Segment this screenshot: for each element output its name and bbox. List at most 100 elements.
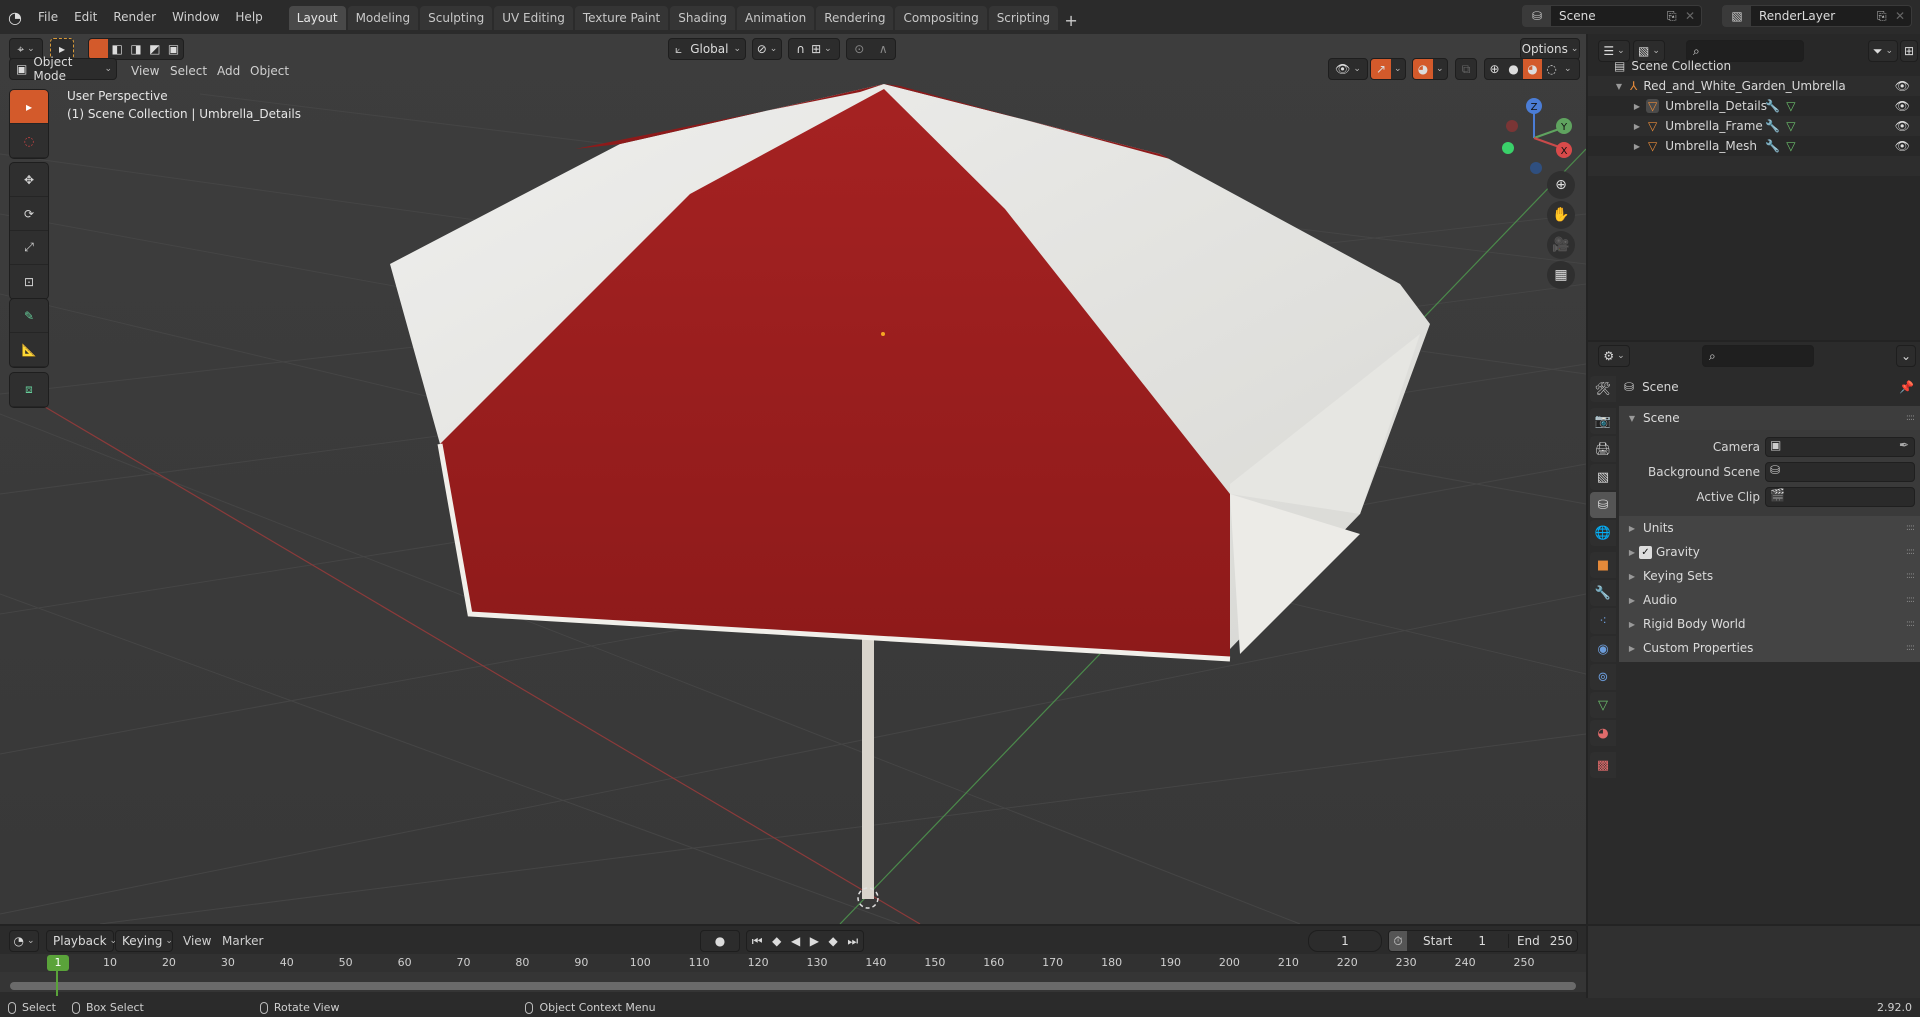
wireframe-shading-icon[interactable]: ⊕	[1485, 62, 1504, 76]
scene-selector[interactable]: ⛁ Scene ⎘ ✕	[1522, 5, 1702, 27]
timeline-menu-view[interactable]: View	[183, 930, 211, 952]
menu-view[interactable]: View	[131, 60, 159, 82]
current-frame-field[interactable]: 1	[1308, 930, 1382, 952]
tab-physics[interactable]: ◉	[1590, 636, 1616, 662]
gizmo-neg-y[interactable]	[1502, 142, 1514, 154]
background-scene-field[interactable]: ⛁	[1765, 462, 1915, 482]
panel-header-custom-properties[interactable]: ▶ Custom Properties::::	[1619, 636, 1920, 660]
move-tool[interactable]: ✥	[10, 163, 48, 197]
drag-handle-icon[interactable]: ::::	[1906, 619, 1915, 629]
outliner-row-object[interactable]: ▶ ▽ Umbrella_Mesh 🔧 ▽ 👁	[1588, 136, 1920, 156]
gizmo-neg-z[interactable]	[1530, 162, 1542, 174]
tab-layout[interactable]: Layout	[288, 6, 346, 30]
tab-rendering[interactable]: Rendering	[816, 6, 894, 30]
tab-particles[interactable]: ⁖	[1590, 608, 1616, 634]
modifier-wrench-icon[interactable]: 🔧	[1765, 99, 1780, 113]
pin-icon[interactable]: 📌	[1899, 380, 1914, 394]
select-extend-icon[interactable]: ◧	[108, 42, 127, 56]
panel-header-rigid-body-world[interactable]: ▶ Rigid Body World::::	[1619, 612, 1920, 636]
ortho-toggle-button[interactable]: ▦	[1547, 261, 1575, 289]
tab-constraints[interactable]: ⊚	[1590, 664, 1616, 690]
playhead[interactable]: 1	[47, 955, 69, 971]
tab-object[interactable]: ■	[1590, 552, 1616, 578]
delete-view-layer-icon[interactable]: ✕	[1895, 9, 1911, 23]
snap-dropdown[interactable]: ∩ ⊞ ⌄	[788, 38, 840, 60]
tab-output[interactable]: 🖨	[1590, 436, 1616, 462]
panel-header-keying-sets[interactable]: ▶ Keying Sets::::	[1619, 564, 1920, 588]
measure-tool[interactable]: 📐	[10, 333, 48, 367]
mesh-data-icon[interactable]: ▽	[1786, 99, 1795, 113]
menu-window[interactable]: Window	[164, 5, 227, 29]
play-icon[interactable]: ▶	[810, 934, 819, 948]
expand-arrow-icon[interactable]: ▶	[1630, 122, 1644, 131]
auto-keying-toggle[interactable]: ●	[700, 930, 740, 952]
tab-world[interactable]: 🌐	[1590, 520, 1616, 546]
add-cube-tool[interactable]: ⧈	[10, 373, 48, 407]
menu-object[interactable]: Object	[250, 60, 289, 82]
outliner-row-object[interactable]: ▶ ▽ Umbrella_Details 🔧 ▽ 👁	[1588, 96, 1920, 116]
tab-view-layer[interactable]: ▧	[1590, 464, 1616, 490]
playback-dropdown[interactable]: Playback ⌄	[46, 930, 117, 952]
material-preview-shading-icon[interactable]: ◕	[1523, 59, 1542, 79]
drag-handle-icon[interactable]: ::::	[1906, 571, 1915, 581]
tab-animation[interactable]: Animation	[737, 6, 815, 30]
solid-shading-icon[interactable]: ●	[1504, 62, 1523, 76]
preview-range-icon[interactable]: ⏱	[1389, 931, 1407, 951]
tab-uv-editing[interactable]: UV Editing	[494, 6, 573, 30]
drag-handle-icon[interactable]: ::::	[1906, 547, 1915, 557]
camera-view-button[interactable]: 🎥	[1547, 231, 1575, 259]
mesh-data-icon[interactable]: ▽	[1786, 139, 1795, 153]
menu-file[interactable]: File	[30, 5, 66, 29]
tab-data[interactable]: ▽	[1590, 692, 1616, 718]
snap-magnet-icon[interactable]: ∩	[796, 42, 805, 56]
start-frame-field[interactable]: 1	[1478, 934, 1486, 948]
tab-tool[interactable]: 🛠	[1590, 376, 1616, 402]
next-keyframe-icon[interactable]: ◆	[829, 934, 838, 948]
active-clip-field[interactable]: 🎬	[1765, 487, 1915, 507]
cursor-tool[interactable]: ◌	[10, 124, 48, 158]
rotate-tool[interactable]: ⟳	[10, 197, 48, 231]
select-difference-icon[interactable]: ◩	[145, 42, 164, 56]
prev-keyframe-icon[interactable]: ◆	[772, 934, 781, 948]
options-dropdown[interactable]: Options ⌄	[1520, 38, 1580, 60]
proportional-edit-icon[interactable]: ⊙	[854, 42, 864, 56]
transform-orientation-dropdown[interactable]: ⟀ Global ⌄	[668, 38, 746, 60]
menu-edit[interactable]: Edit	[66, 5, 105, 29]
view-layer-selector[interactable]: ▧ RenderLayer ⎘ ✕	[1722, 5, 1912, 27]
expand-arrow-icon[interactable]: ▼	[1612, 82, 1626, 91]
menu-help[interactable]: Help	[227, 5, 270, 29]
gizmo-neg-x[interactable]	[1506, 120, 1518, 132]
select-box-tool[interactable]: ▸	[10, 90, 48, 124]
jump-end-icon[interactable]: ⏭	[847, 934, 858, 949]
visibility-eye-icon[interactable]: 👁	[1895, 79, 1910, 93]
delete-scene-icon[interactable]: ✕	[1685, 9, 1701, 23]
tab-modeling[interactable]: Modeling	[347, 6, 419, 30]
properties-options-button[interactable]: ⌄	[1896, 345, 1916, 367]
mode-dropdown[interactable]: ▣ Object Mode ⌄	[9, 55, 117, 83]
panel-header-units[interactable]: ▶ Units::::	[1619, 516, 1920, 540]
properties-editor-type[interactable]: ⚙ ⌄	[1598, 345, 1630, 367]
select-intersect-icon[interactable]: ▣	[164, 42, 183, 56]
transform-tool[interactable]: ⊡	[10, 265, 48, 299]
add-workspace-button[interactable]: +	[1060, 11, 1082, 30]
camera-field[interactable]: ▣ ✒	[1765, 437, 1915, 457]
mesh-data-icon[interactable]: ▽	[1786, 119, 1795, 133]
tab-shading[interactable]: Shading	[670, 6, 735, 30]
tab-compositing[interactable]: Compositing	[895, 6, 987, 30]
pan-view-button[interactable]: ✋	[1547, 201, 1575, 229]
timeline-menu-marker[interactable]: Marker	[222, 930, 263, 952]
tab-scripting[interactable]: Scripting	[988, 6, 1059, 30]
zoom-view-button[interactable]: ⊕	[1547, 171, 1575, 199]
panel-header-audio[interactable]: ▶ Audio::::	[1619, 588, 1920, 612]
menu-add[interactable]: Add	[217, 60, 240, 82]
new-view-layer-icon[interactable]: ⎘	[1877, 9, 1895, 24]
timeline-track[interactable]	[0, 972, 1586, 992]
tab-sculpting[interactable]: Sculpting	[420, 6, 493, 30]
end-frame-field[interactable]: 250	[1550, 934, 1573, 948]
tab-scene[interactable]: ⛁	[1590, 492, 1616, 518]
properties-search[interactable]: ⌕	[1702, 345, 1814, 367]
visibility-eye-icon[interactable]: 👁	[1895, 99, 1910, 113]
tab-texture[interactable]: ▩	[1590, 752, 1616, 778]
visibility-dropdown[interactable]: 👁 ⌄	[1328, 58, 1368, 80]
visibility-eye-icon[interactable]: 👁	[1895, 139, 1910, 153]
